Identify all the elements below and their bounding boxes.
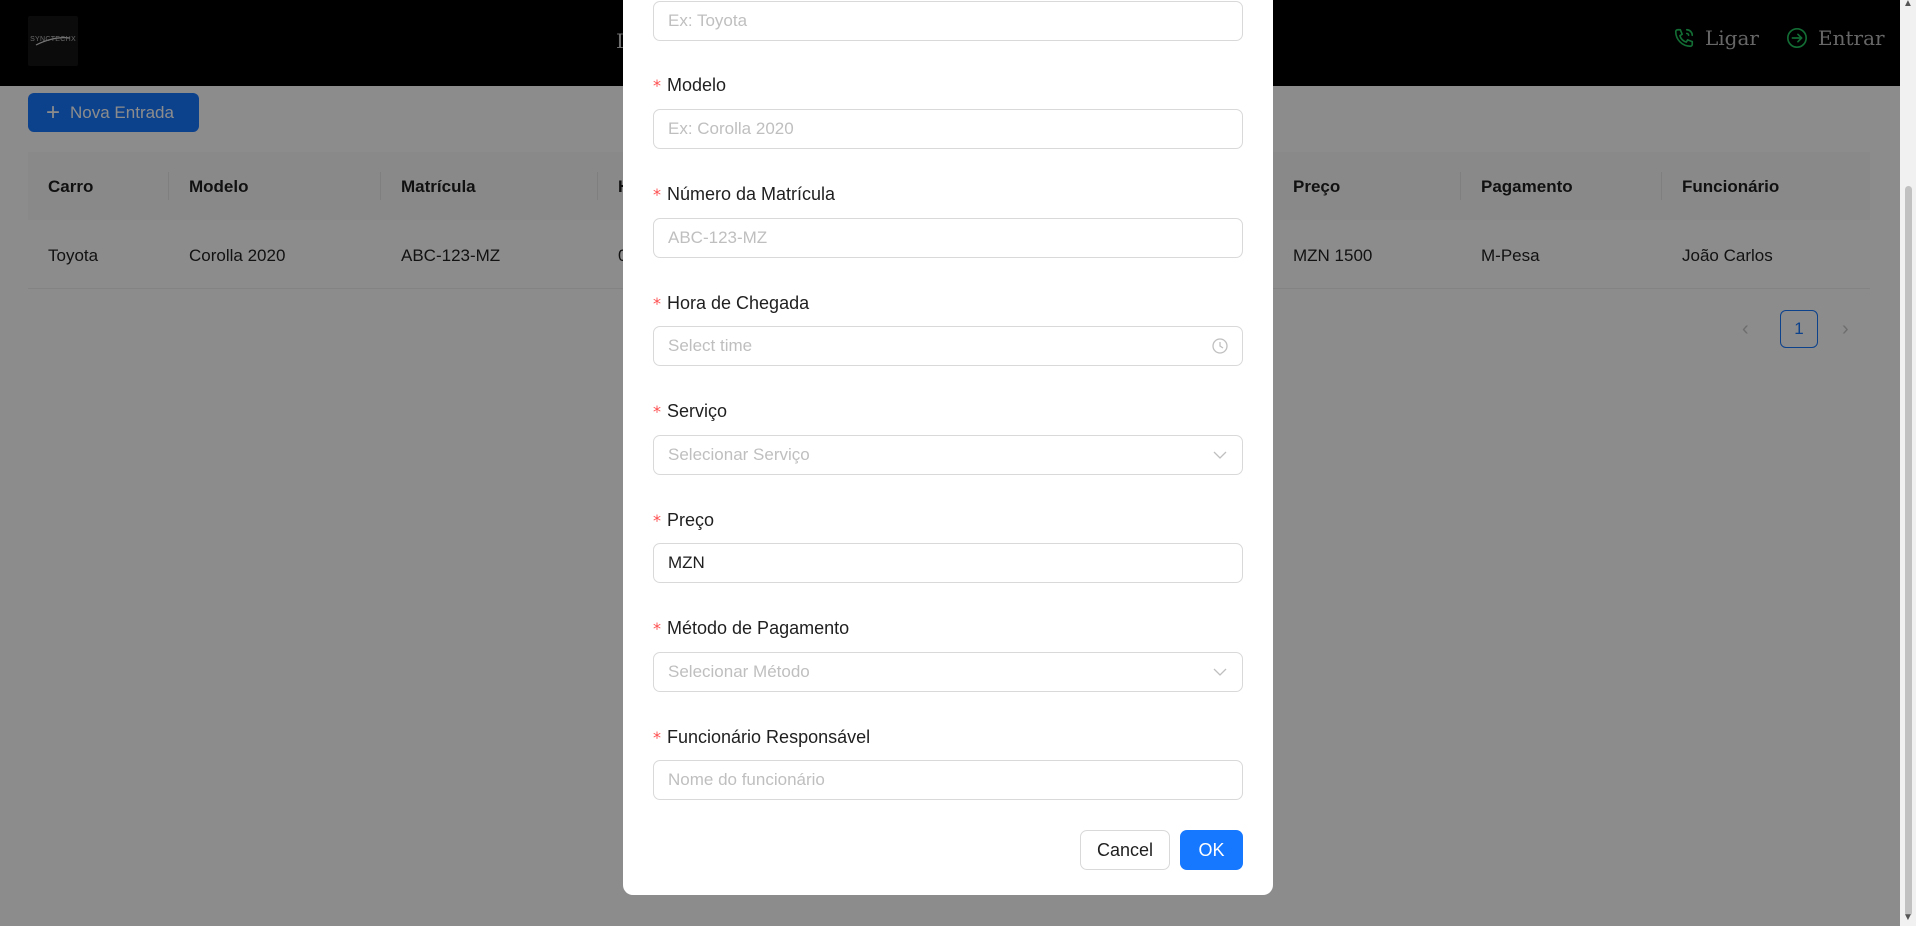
required-asterisk: * (653, 619, 661, 638)
required-asterisk: * (653, 76, 661, 95)
scroll-down-icon[interactable]: ▼ (1903, 912, 1913, 923)
matricula-label-text: Número da Matrícula (667, 184, 836, 204)
pagamento-label-text: Método de Pagamento (667, 618, 850, 638)
clock-icon (1212, 338, 1228, 354)
pagamento-placeholder: Selecionar Método (668, 662, 810, 681)
servico-placeholder: Selecionar Serviço (668, 445, 810, 464)
chevron-down-icon (1213, 451, 1227, 459)
ok-button[interactable]: OK (1180, 830, 1243, 870)
required-asterisk: * (653, 402, 661, 421)
cancel-button[interactable]: Cancel (1080, 830, 1170, 870)
servico-label-text: Serviço (667, 401, 728, 421)
preco-label: * Preço (653, 510, 714, 531)
servico-select[interactable]: Selecionar Serviço (653, 435, 1243, 475)
required-asterisk: * (653, 185, 661, 204)
pagamento-label: * Método de Pagamento (653, 618, 849, 639)
hora-time-picker[interactable]: Select time (653, 326, 1243, 366)
matricula-label: * Número da Matrícula (653, 184, 835, 205)
required-asterisk: * (653, 294, 661, 313)
scroll-up-icon[interactable]: ▲ (1903, 0, 1913, 9)
hora-label-text: Hora de Chegada (667, 293, 810, 313)
preco-label-text: Preço (667, 510, 715, 530)
pagamento-select[interactable]: Selecionar Método (653, 652, 1243, 692)
funcionario-label: * Funcionário Responsável (653, 727, 870, 748)
modelo-input[interactable] (653, 109, 1243, 149)
required-asterisk: * (653, 511, 661, 530)
modelo-label-text: Modelo (667, 75, 727, 95)
preco-input[interactable] (653, 543, 1243, 583)
carro-input[interactable] (653, 1, 1243, 41)
scrollbar-thumb[interactable] (1905, 186, 1912, 916)
hora-placeholder: Select time (668, 336, 753, 355)
chevron-down-icon (1213, 668, 1227, 676)
servico-label: * Serviço (653, 401, 727, 422)
modelo-label: * Modelo (653, 75, 726, 96)
funcionario-input[interactable] (653, 760, 1243, 800)
funcionario-label-text: Funcionário Responsável (667, 727, 871, 747)
matricula-input[interactable] (653, 218, 1243, 258)
required-asterisk: * (653, 728, 661, 747)
hora-label: * Hora de Chegada (653, 293, 809, 314)
